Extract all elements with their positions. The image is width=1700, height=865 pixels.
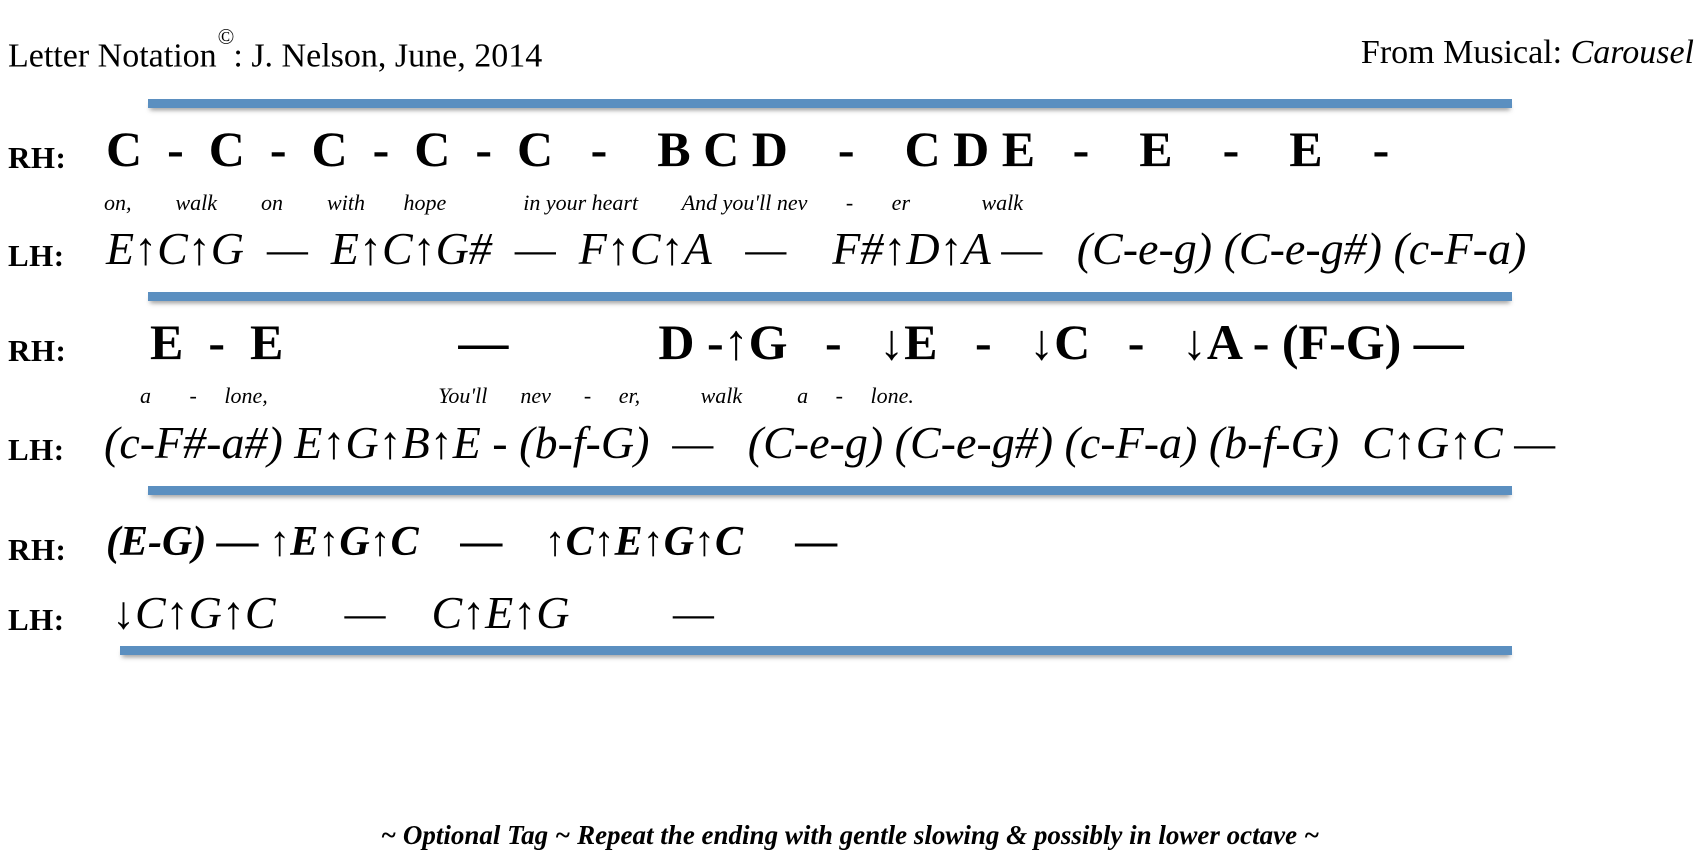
lh-label-2: LH: — [8, 432, 65, 467]
rh-notes-2: E - E — D -↑G - ↓E - ↓C - ↓A - (F-G) — — [150, 314, 1464, 370]
rh-label-1: RH: — [8, 140, 67, 175]
lh-notes-1: E↑C↑G — E↑C↑G# — F↑C↑A — F#↑D↑A — (C-e-g… — [106, 223, 1527, 274]
source-musical-title: Carousel — [1570, 34, 1694, 71]
copyright-icon: © — [217, 24, 235, 49]
lyrics-1: on, walk on with hope in your heart And … — [104, 190, 1024, 215]
notation-credit-author: : J. Nelson, June, 2014 — [233, 37, 543, 75]
system-rule-bottom — [120, 646, 1512, 655]
lh-notes-3: ↓C↑G↑C — C↑E↑G — — [112, 587, 714, 638]
rh-notes-3: (E-G) — ↑E↑G↑C — ↑C↑E↑G↑C — — [106, 519, 838, 565]
rh-notes-1: C - C - C - C - C - B C D - C D E - E - … — [106, 121, 1390, 177]
document-footer: ~ Optional Tag ~ Repeat the ending with … — [0, 820, 1700, 851]
rh-label-2: RH: — [8, 333, 67, 368]
rh-label-3: RH: — [8, 532, 67, 567]
source-musical: From Musical: Carousel — [1361, 34, 1694, 72]
optional-tag-note: ~ Optional Tag ~ Repeat the ending with … — [380, 820, 1320, 850]
lyrics-2: a - lone, You'll nev - er, walk a - lone… — [140, 383, 914, 408]
lh-label-3: LH: — [8, 602, 65, 637]
notation-credit-title: Letter Notation — [8, 37, 217, 75]
system-rule-top — [148, 99, 1512, 108]
lh-label-1: LH: — [8, 238, 65, 273]
notation-credit: Letter Notation©: J. Nelson, June, 2014 — [8, 24, 543, 75]
source-musical-label: From Musical: — [1360, 34, 1571, 71]
system-rule-2 — [148, 292, 1512, 301]
document-header: Letter Notation©: J. Nelson, June, 2014 … — [0, 20, 1700, 74]
system-rule-3 — [148, 486, 1512, 495]
lh-notes-2: (c-F#-a#) E↑G↑B↑E - (b-f-G) — (C-e-g) (C… — [104, 417, 1556, 468]
